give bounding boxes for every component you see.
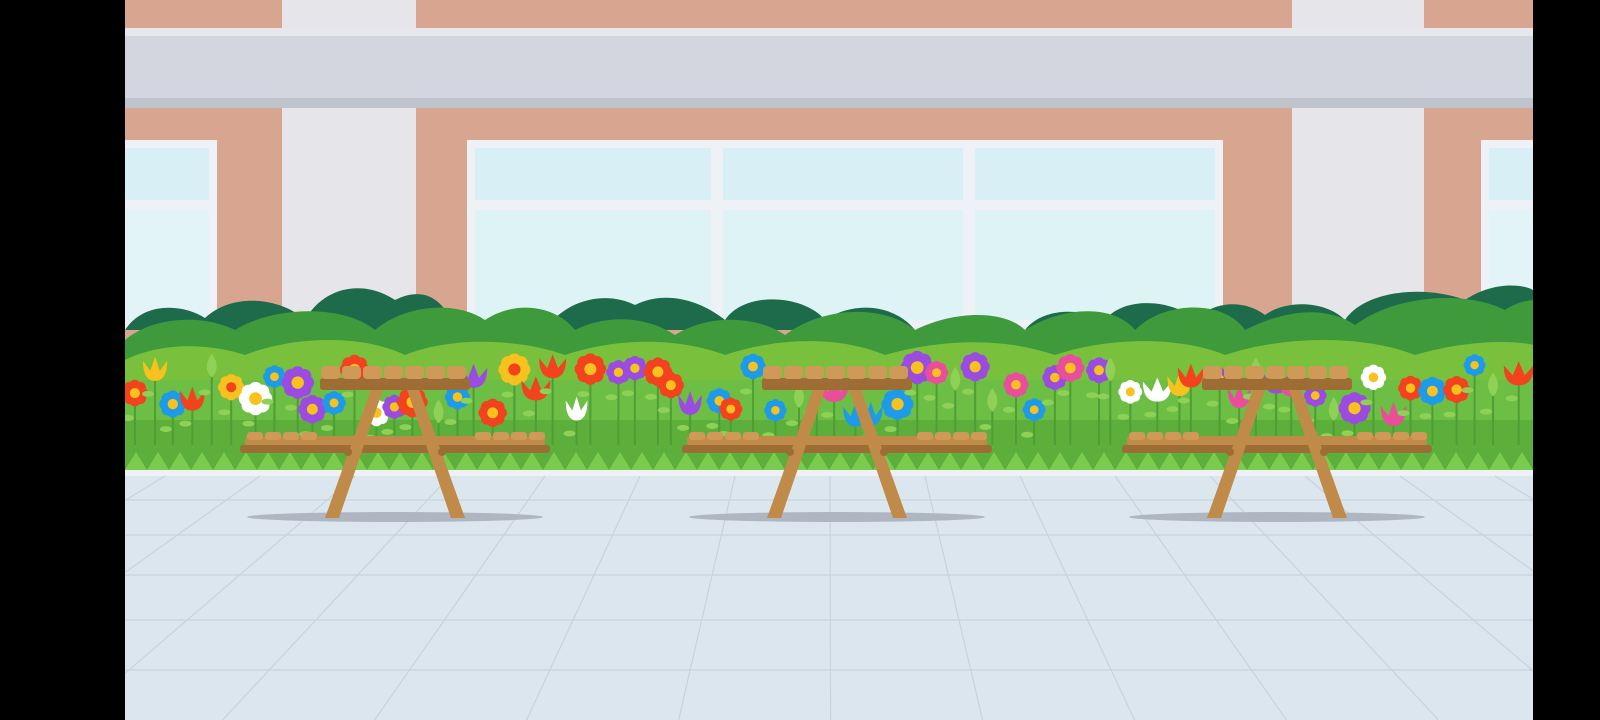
bench-shadow <box>689 512 985 522</box>
table-top <box>1202 378 1352 390</box>
ledge <box>125 28 1533 108</box>
bench-shadow <box>1129 512 1425 522</box>
courtyard-illustration <box>125 0 1533 720</box>
bench-shadow <box>247 512 543 522</box>
window-pane <box>975 210 1215 320</box>
window-pane <box>723 148 963 200</box>
table-top <box>320 378 470 390</box>
window-pane <box>475 148 711 200</box>
table-top <box>762 378 912 390</box>
window-pane <box>975 148 1215 200</box>
left-letterbox-bar <box>0 0 125 720</box>
game-scene[interactable] <box>125 0 1533 720</box>
right-letterbox-bar <box>1533 0 1600 720</box>
